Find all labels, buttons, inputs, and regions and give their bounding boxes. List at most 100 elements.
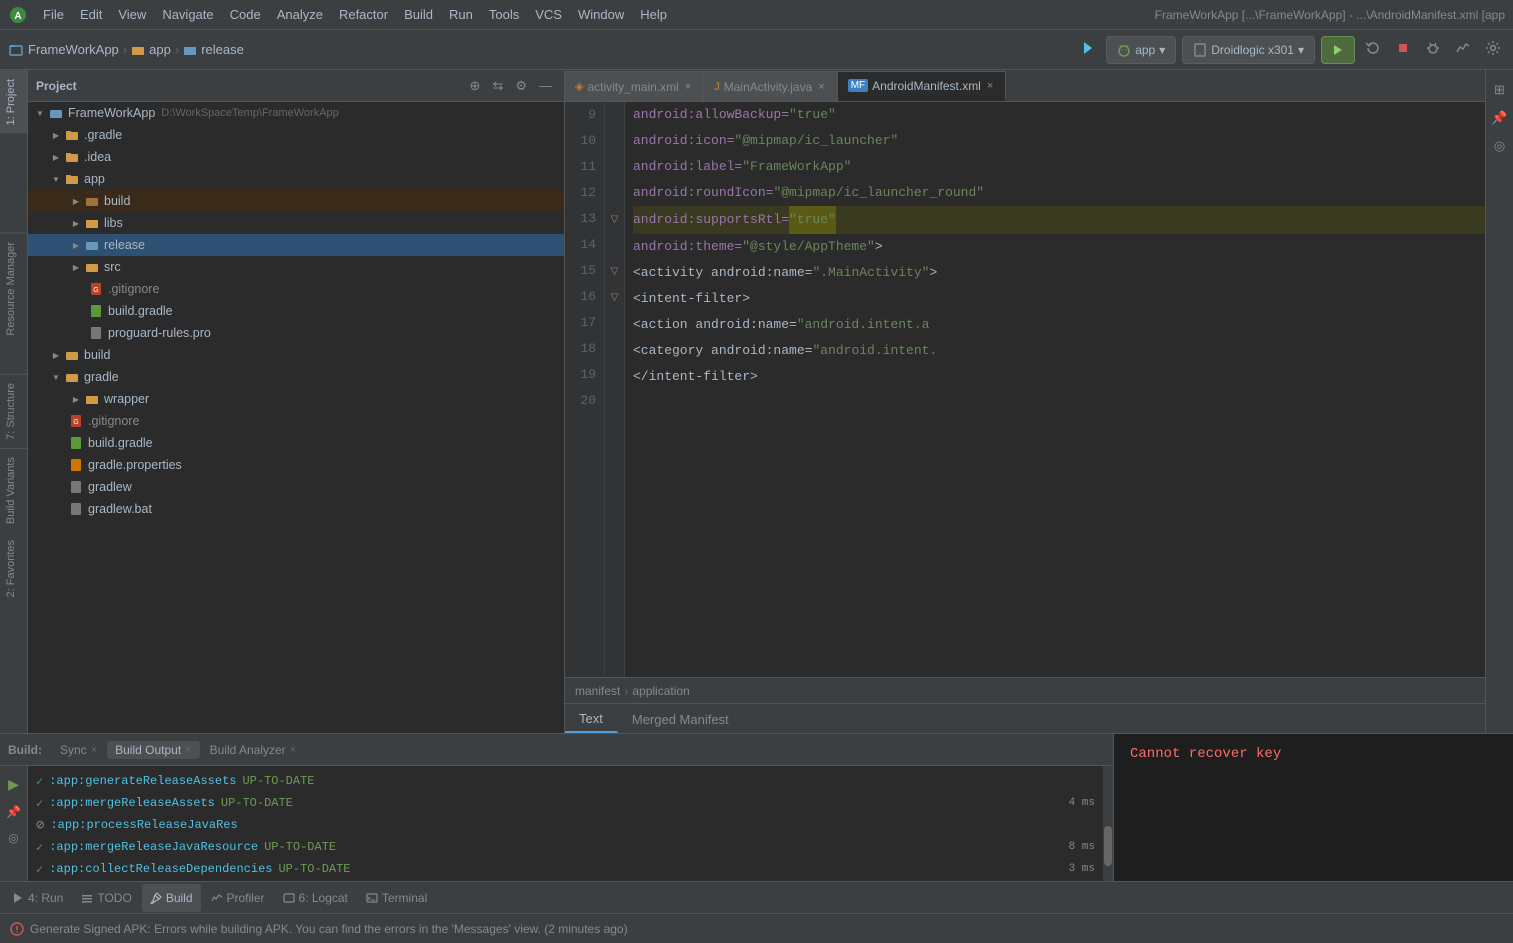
svg-text:G: G	[93, 287, 98, 294]
breadcrumb-app[interactable]: app	[149, 42, 171, 57]
tree-item-buildgradle-root[interactable]: build.gradle	[28, 432, 564, 454]
tree-item-gitignore-root[interactable]: G .gitignore	[28, 410, 564, 432]
tool-run[interactable]: 4: Run	[4, 884, 71, 912]
build-tab-output[interactable]: Build Output ×	[107, 741, 199, 759]
locate-file-btn[interactable]: ⊕	[466, 76, 485, 96]
app-config-btn[interactable]: app ▾	[1106, 36, 1176, 64]
tool-todo[interactable]: TODO	[73, 884, 139, 912]
tab-merged-manifest[interactable]: Merged Manifest	[618, 705, 744, 733]
tab-androidmanifest[interactable]: MF AndroidManifest.xml ×	[838, 71, 1007, 101]
debug-icon-btn2[interactable]	[1421, 36, 1445, 63]
build-side-icons: ▶ 📌 ◎	[0, 766, 28, 881]
tree-item-gradlew[interactable]: gradlew	[28, 476, 564, 498]
build-watch-icon[interactable]: ◎	[4, 827, 22, 849]
tree-item-proguard[interactable]: proguard-rules.pro	[28, 322, 564, 344]
tree-item-wrapper[interactable]: wrapper	[28, 388, 564, 410]
tree-item-gitignore-app[interactable]: G .gitignore	[28, 278, 564, 300]
buildgradle-app-icon	[88, 303, 104, 319]
tool-logcat[interactable]: 6: Logcat	[275, 884, 356, 912]
build-item-2[interactable]: ✓ :app:mergeReleaseAssets UP-TO-DATE 4 m…	[28, 792, 1103, 814]
tool-build[interactable]: Build	[142, 884, 201, 912]
build-item-3[interactable]: ⊘ :app:processReleaseJavaRes	[28, 814, 1103, 836]
tree-item-libs[interactable]: libs	[28, 212, 564, 234]
menu-analyze[interactable]: Analyze	[270, 4, 330, 25]
menu-tools[interactable]: Tools	[482, 4, 526, 25]
settings-icon-btn[interactable]	[1481, 36, 1505, 63]
tree-item-app-build[interactable]: build	[28, 190, 564, 212]
tool-terminal[interactable]: Terminal	[358, 884, 435, 912]
debug-icon-btn[interactable]	[1076, 36, 1100, 63]
build-item-1[interactable]: ✓ :app:generateReleaseAssets UP-TO-DATE	[28, 770, 1103, 792]
tree-item-src[interactable]: src	[28, 256, 564, 278]
reload-icon-btn[interactable]	[1361, 36, 1385, 63]
tree-item-gradle-root[interactable]: gradle	[28, 366, 564, 388]
build-run-icon[interactable]: ▶	[4, 772, 23, 797]
menu-vcs[interactable]: VCS	[528, 4, 569, 25]
tree-item-gradleprops[interactable]: gradle.properties	[28, 454, 564, 476]
menu-run[interactable]: Run	[442, 4, 480, 25]
build-output-panel: Build: Sync × Build Output × Build Analy…	[0, 734, 1113, 881]
build-scroll-thumb[interactable]	[1104, 826, 1112, 866]
favorites-label[interactable]: 2: Favorites	[0, 532, 27, 605]
src-chevron	[68, 259, 84, 275]
menu-window[interactable]: Window	[571, 4, 631, 25]
tree-item-gradle-hidden[interactable]: .gradle	[28, 124, 564, 146]
task-name-1: :app:generateReleaseAssets	[49, 774, 236, 788]
right-icon-3[interactable]: ◎	[1490, 134, 1509, 158]
stop-icon-btn[interactable]	[1391, 36, 1415, 63]
sync-close[interactable]: ×	[91, 744, 97, 756]
menu-build[interactable]: Build	[397, 4, 440, 25]
tree-root[interactable]: FrameWorkApp D:\WorkSpaceTemp\FrameWorkA…	[28, 102, 564, 124]
menu-refactor[interactable]: Refactor	[332, 4, 395, 25]
build-output-close[interactable]: ×	[185, 744, 191, 756]
logcat-label: 6: Logcat	[299, 891, 348, 905]
build-tab-analyzer[interactable]: Build Analyzer ×	[202, 741, 304, 759]
menu-navigate[interactable]: Navigate	[155, 4, 220, 25]
tree-item-idea[interactable]: .idea	[28, 146, 564, 168]
sync-label: Sync	[60, 743, 87, 757]
tab-androidmanifest-close[interactable]: ×	[985, 80, 995, 92]
tab-mainactivity[interactable]: J MainActivity.java ×	[704, 71, 837, 101]
tree-item-release[interactable]: release	[28, 234, 564, 256]
tree-item-app[interactable]: app	[28, 168, 564, 190]
menu-file[interactable]: File	[36, 4, 71, 25]
code-line-9: android:allowBackup="true"	[633, 102, 1485, 128]
right-icon-1[interactable]: ⊞	[1490, 78, 1509, 102]
breadcrumb-release[interactable]: release	[201, 42, 244, 57]
resource-manager-label[interactable]: Resource Manager	[0, 233, 27, 344]
tab-activity-main-close[interactable]: ×	[683, 81, 693, 93]
breadcrumb-project[interactable]: FrameWorkApp	[28, 42, 119, 57]
gradlew-icon	[68, 479, 84, 495]
tree-item-gradlewbat[interactable]: gradlew.bat	[28, 498, 564, 520]
build-item-4[interactable]: ✓ :app:mergeReleaseJavaResource UP-TO-DA…	[28, 836, 1103, 858]
build-scroll[interactable]	[1103, 766, 1113, 881]
tab-text[interactable]: Text	[565, 705, 618, 733]
build-variants-label[interactable]: Build Variants	[0, 448, 27, 532]
build-tab-sync[interactable]: Sync ×	[52, 741, 105, 759]
build-pin-icon[interactable]: 📌	[2, 801, 25, 823]
tree-item-buildgradle-app[interactable]: build.gradle	[28, 300, 564, 322]
menu-edit[interactable]: Edit	[73, 4, 109, 25]
tab-activity-main[interactable]: ◈ activity_main.xml ×	[565, 71, 704, 101]
tab-mainactivity-close[interactable]: ×	[816, 81, 826, 93]
minimize-tree-btn[interactable]: —	[535, 76, 556, 96]
build-item-5[interactable]: ✓ :app:collectReleaseDependencies UP-TO-…	[28, 858, 1103, 880]
profile-icon-btn[interactable]	[1451, 36, 1475, 63]
menu-view[interactable]: View	[111, 4, 153, 25]
menu-code[interactable]: Code	[223, 4, 268, 25]
tree-item-build-root[interactable]: build	[28, 344, 564, 366]
project-panel-label[interactable]: 1: Project	[0, 70, 27, 133]
terminal-label: Terminal	[382, 891, 427, 905]
code-editor-content[interactable]: android:allowBackup="true" android:icon=…	[625, 102, 1485, 677]
skip-icon-3: ⊘	[36, 817, 44, 834]
collapse-all-btn[interactable]: ⇆	[488, 76, 507, 96]
tool-profiler[interactable]: Profiler	[203, 884, 273, 912]
idea-chevron	[48, 149, 64, 165]
menu-help[interactable]: Help	[633, 4, 674, 25]
settings-tree-btn[interactable]: ⚙	[511, 76, 531, 96]
emulator-btn[interactable]: Droidlogic x301 ▾	[1182, 36, 1315, 64]
right-icon-2[interactable]: 📌	[1487, 106, 1511, 130]
run-button[interactable]	[1321, 36, 1355, 64]
build-analyzer-close[interactable]: ×	[290, 744, 296, 756]
structure-panel-label[interactable]: 7: Structure	[0, 374, 27, 448]
